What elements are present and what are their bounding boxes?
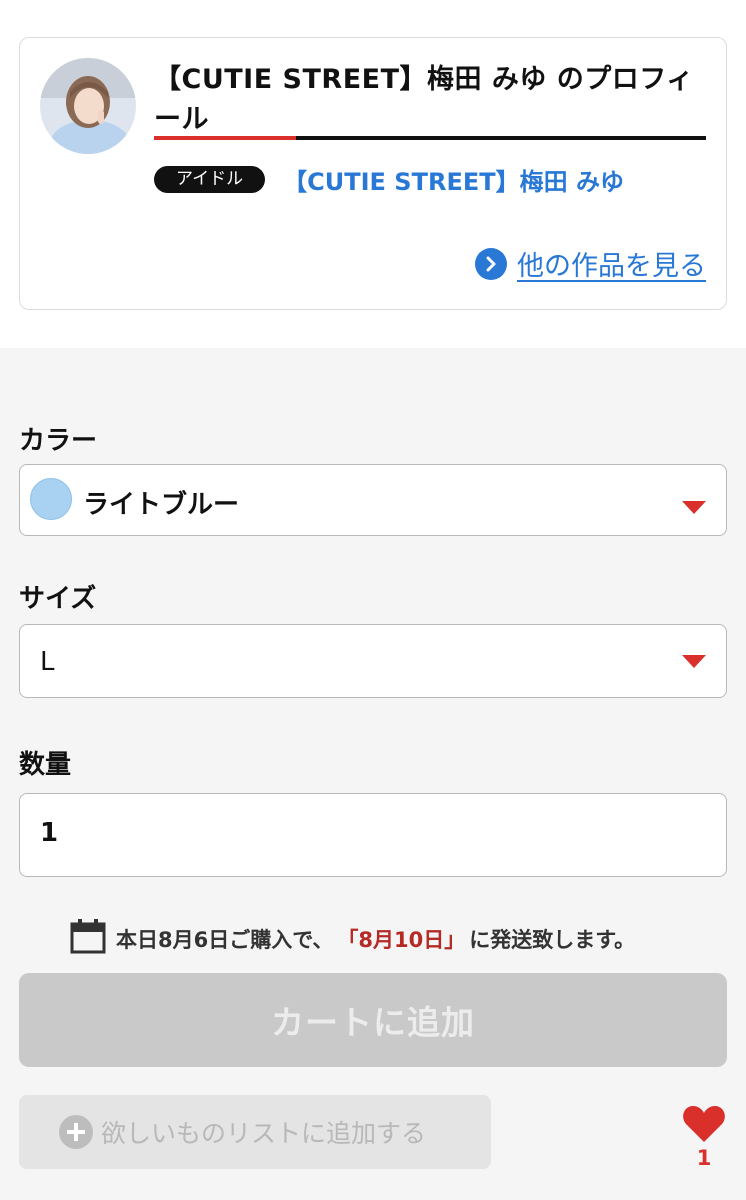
chevron-down-icon bbox=[682, 501, 706, 514]
wishlist-label: 欲しいものリストに追加する bbox=[101, 1119, 427, 1148]
shipping-note: 本日8月6日ご購入で、 「8月10日」 に発送致します。 bbox=[70, 918, 635, 959]
profile-card: 【CUTIE STREET】梅田 みゆ のプロフィール アイドル 【CUTIE … bbox=[19, 37, 727, 310]
calendar-icon bbox=[70, 918, 106, 959]
like-count: 1 bbox=[696, 1146, 712, 1170]
title-underline bbox=[154, 136, 706, 140]
other-works-label: 他の作品を見る bbox=[517, 251, 706, 282]
shipping-date: 「8月10日」 bbox=[337, 927, 466, 952]
color-label: カラー bbox=[19, 426, 98, 456]
category-badge: アイドル bbox=[154, 166, 266, 193]
title-underline-accent bbox=[154, 136, 296, 140]
chevron-down-icon bbox=[682, 655, 706, 668]
size-select-value: L bbox=[40, 647, 55, 677]
heart-icon bbox=[683, 1106, 725, 1142]
shipping-prefix: 本日8月6日ご購入で、 bbox=[116, 927, 334, 952]
add-to-cart-button[interactable]: カートに追加 bbox=[19, 973, 727, 1067]
plus-circle-icon bbox=[59, 1115, 93, 1149]
shipping-suffix: に発送致します。 bbox=[469, 927, 636, 952]
quantity-value: 1 bbox=[40, 818, 59, 848]
avatar[interactable] bbox=[40, 58, 136, 154]
artist-profile-section: 【CUTIE STREET】梅田 みゆ のプロフィール アイドル 【CUTIE … bbox=[0, 0, 746, 348]
like-button[interactable]: 1 bbox=[680, 1104, 728, 1170]
color-swatch bbox=[30, 478, 72, 520]
size-label: サイズ bbox=[19, 584, 97, 614]
color-select[interactable]: ライトブルー bbox=[19, 464, 727, 536]
tag-row: アイドル 【CUTIE STREET】梅田 みゆ bbox=[154, 162, 624, 197]
avatar-image bbox=[40, 58, 136, 154]
profile-title: 【CUTIE STREET】梅田 みゆ のプロフィール bbox=[154, 64, 694, 135]
artist-name-link[interactable]: 【CUTIE STREET】梅田 みゆ bbox=[283, 162, 624, 197]
chevron-right-icon bbox=[475, 247, 507, 280]
quantity-label: 数量 bbox=[19, 750, 72, 780]
add-to-wishlist-button[interactable]: 欲しいものリストに追加する bbox=[19, 1095, 491, 1169]
size-select[interactable]: L bbox=[19, 624, 727, 698]
color-select-value: ライトブルー bbox=[83, 490, 240, 520]
other-works-link[interactable]: 他の作品を見る bbox=[475, 244, 706, 283]
quantity-input[interactable]: 1 bbox=[19, 793, 727, 877]
